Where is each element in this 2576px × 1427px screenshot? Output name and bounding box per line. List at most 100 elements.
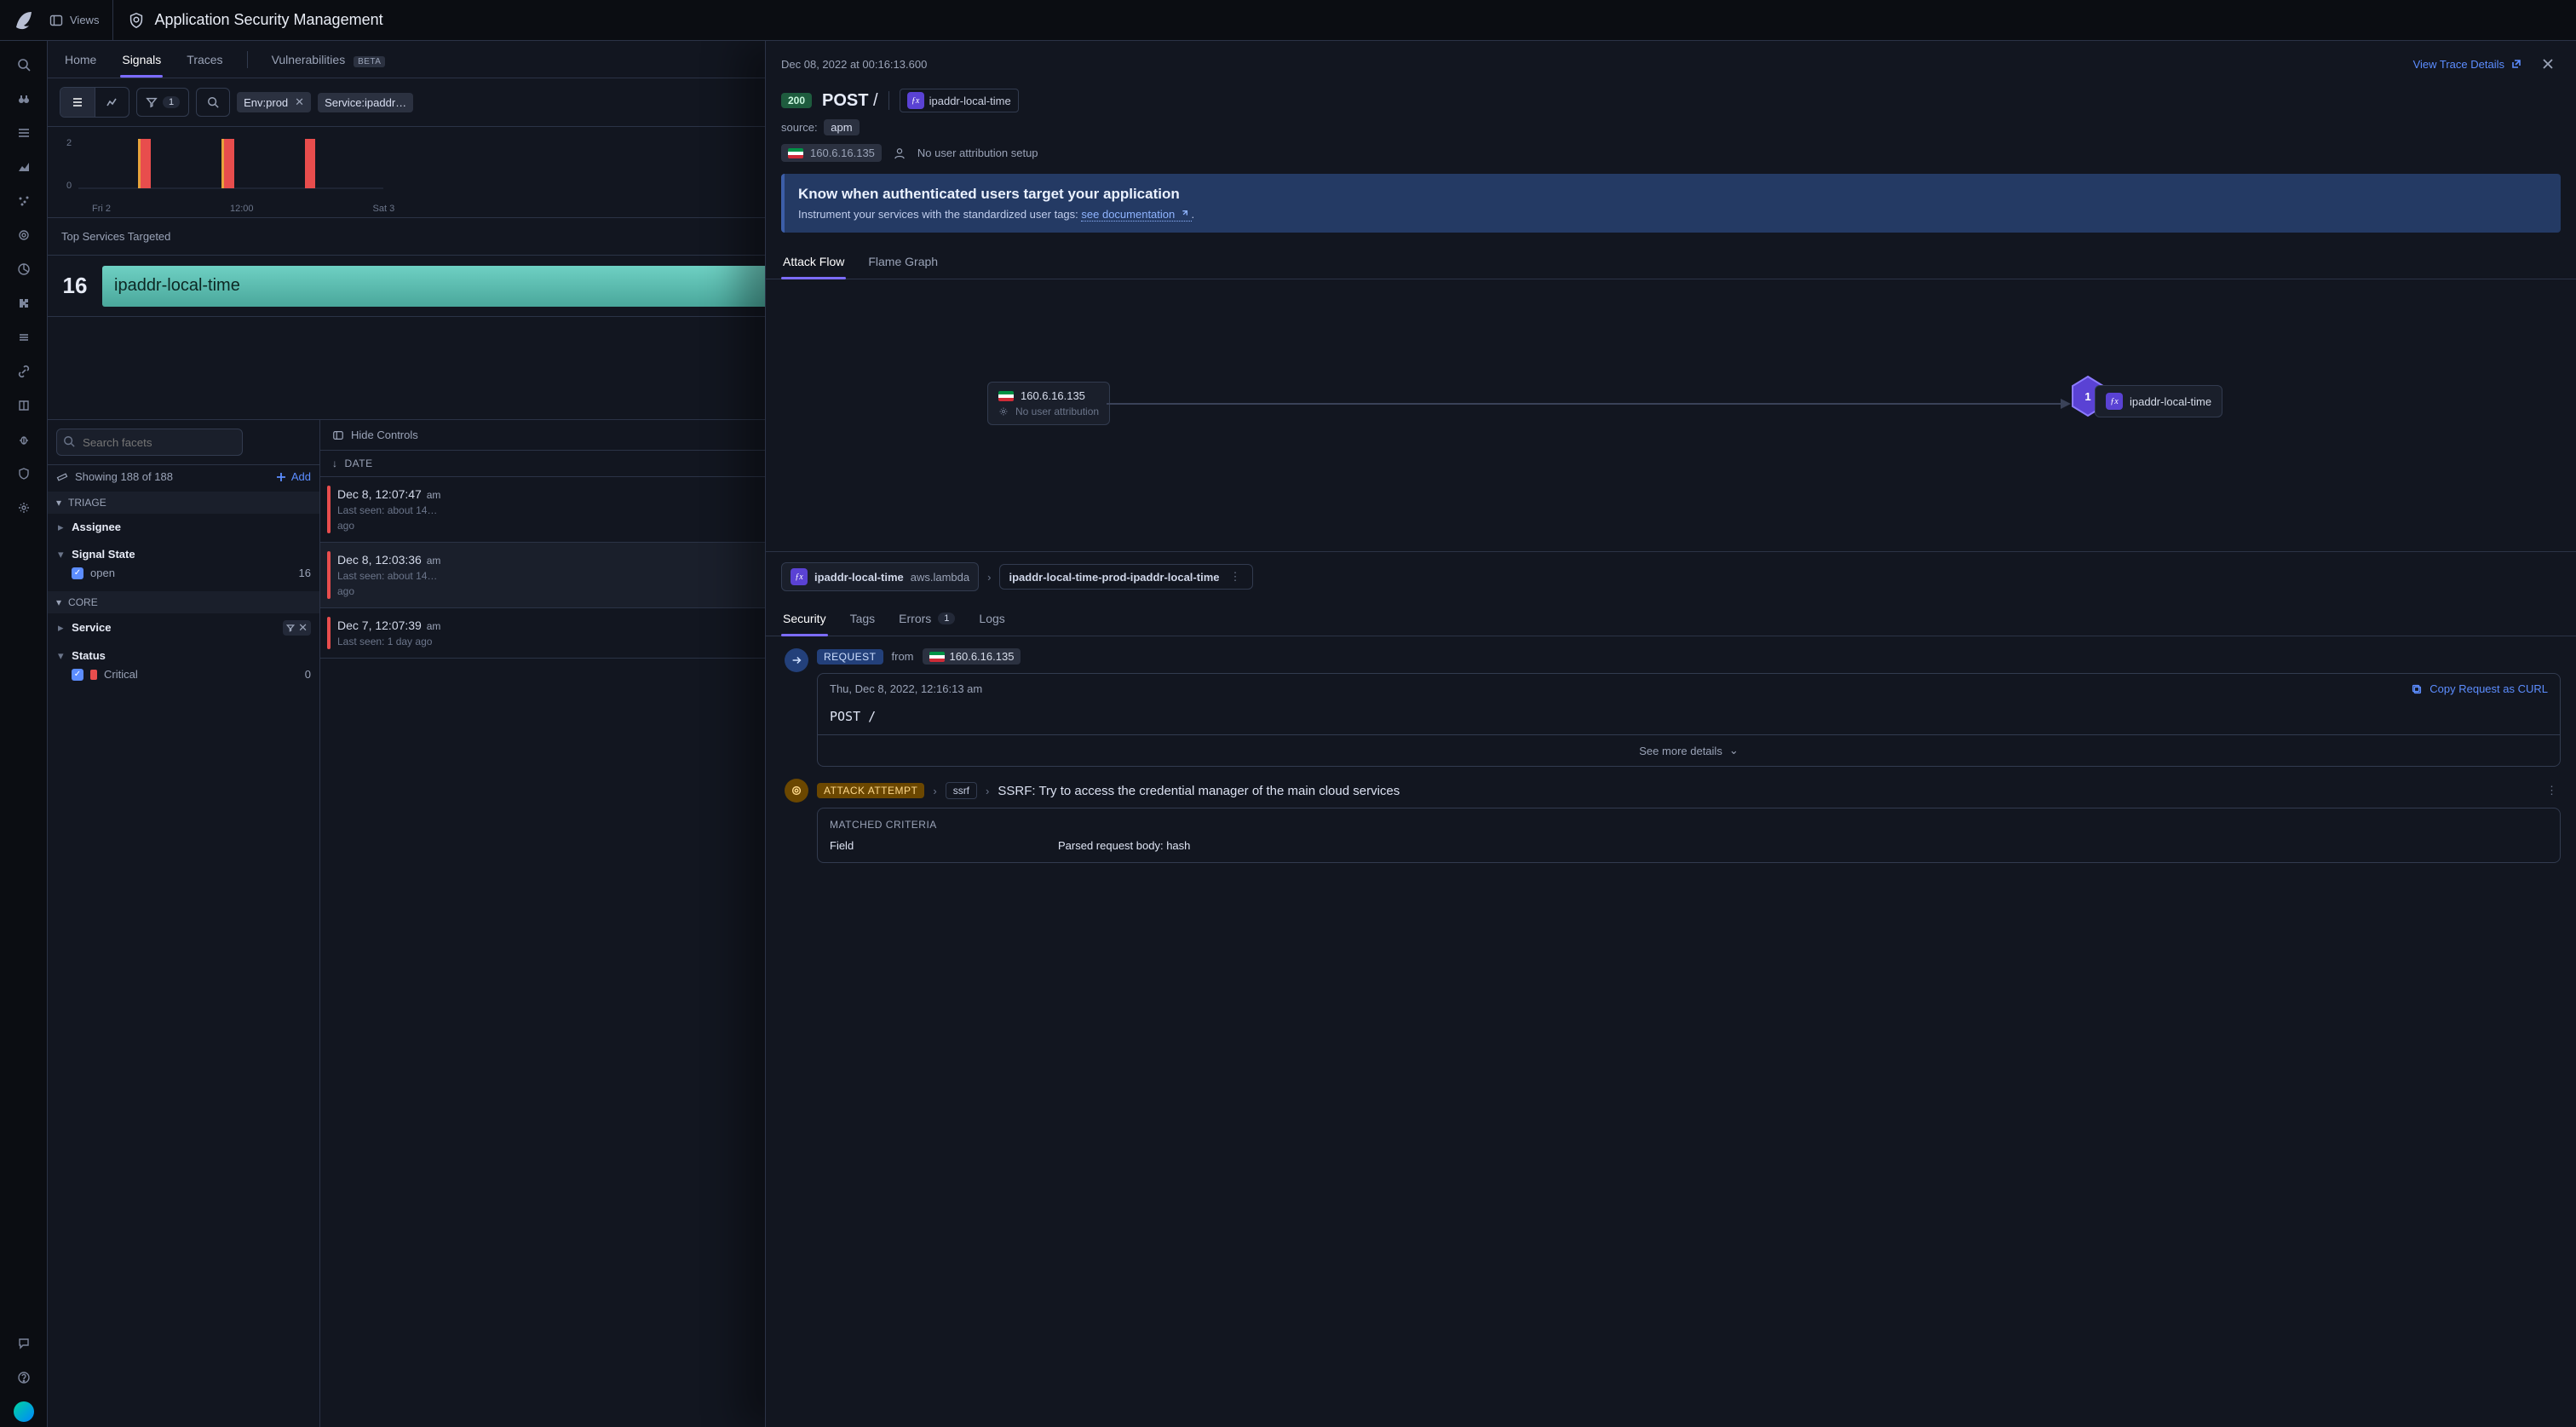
- tab-attack-flow[interactable]: Attack Flow: [781, 245, 846, 279]
- function-icon: ƒx: [907, 92, 924, 109]
- facet-add-button[interactable]: Add: [276, 470, 311, 483]
- tab-security[interactable]: Security: [781, 601, 828, 636]
- primary-nav: [0, 41, 48, 1427]
- search-toggle-button[interactable]: [196, 88, 230, 117]
- nav-stack-icon[interactable]: [9, 322, 39, 353]
- close-panel-button[interactable]: [2535, 51, 2561, 77]
- nav-chat-icon[interactable]: [9, 1328, 39, 1359]
- nav-puzzle-icon[interactable]: [9, 288, 39, 319]
- filter-chip-service-label: Service:ipaddr…: [325, 96, 406, 109]
- nav-binoculars-icon[interactable]: [9, 83, 39, 114]
- tab-signals[interactable]: Signals: [120, 43, 163, 77]
- request-ip-chip[interactable]: 160.6.16.135: [923, 648, 1021, 665]
- service-chip[interactable]: ƒx ipaddr-local-time: [900, 89, 1019, 112]
- attack-type-chip[interactable]: ssrf: [946, 782, 977, 799]
- view-mode-toggle: [60, 87, 129, 118]
- tab-vulnerabilities-label: Vulnerabilities: [272, 53, 346, 66]
- see-more-details-button[interactable]: See more details ⌄: [818, 734, 2560, 766]
- hide-controls-button[interactable]: Hide Controls: [332, 429, 418, 441]
- tab-vulnerabilities[interactable]: Vulnerabilities BETA: [270, 43, 388, 77]
- checkbox-icon[interactable]: ✓: [72, 567, 83, 579]
- view-timeseries-button[interactable]: [95, 88, 129, 117]
- flow-node-dest[interactable]: ƒx ipaddr-local-time: [2095, 385, 2222, 417]
- nav-radar-icon[interactable]: [9, 254, 39, 285]
- event-ampm: am: [427, 620, 441, 632]
- nav-area-chart-icon[interactable]: [9, 152, 39, 182]
- flag-italy-icon: [788, 148, 803, 158]
- crumb-service[interactable]: ipaddr-local-time: [814, 571, 904, 584]
- funnel-icon: [146, 96, 158, 108]
- filter-chip-env[interactable]: Env:prod ✕: [237, 92, 311, 112]
- vendor-logo-icon[interactable]: [12, 9, 36, 32]
- tab-traces[interactable]: Traces: [185, 43, 224, 77]
- facet-assignee[interactable]: ▸ Assignee: [48, 514, 319, 541]
- info-banner-period: .: [1192, 208, 1195, 221]
- nav-link-icon[interactable]: [9, 356, 39, 387]
- nav-bug-icon[interactable]: [9, 424, 39, 455]
- x-tick: Fri 2: [92, 204, 111, 214]
- tab-logs[interactable]: Logs: [977, 601, 1006, 636]
- tab-tags[interactable]: Tags: [848, 601, 877, 636]
- nav-book-icon[interactable]: [9, 390, 39, 421]
- facet-search-input[interactable]: [56, 429, 243, 456]
- filter-chip-service[interactable]: Service:ipaddr…: [318, 93, 413, 112]
- ip-chip[interactable]: 160.6.16.135: [781, 144, 882, 162]
- flow-node-source[interactable]: 160.6.16.135 No user attribution: [987, 382, 1110, 425]
- sort-desc-icon: ↓: [332, 457, 338, 469]
- kebab-icon[interactable]: ⋮: [2543, 784, 2561, 797]
- chevron-down-icon: ⌄: [1729, 744, 1739, 757]
- tab-errors[interactable]: Errors 1: [897, 601, 957, 636]
- filter-button[interactable]: 1: [136, 88, 189, 117]
- attack-flow-diagram[interactable]: 160.6.16.135 No user attribution 1 ƒx ip…: [766, 279, 2576, 552]
- tab-home[interactable]: Home: [63, 43, 98, 77]
- copy-curl-button[interactable]: Copy Request as CURL: [2411, 682, 2548, 695]
- hide-controls-label: Hide Controls: [351, 429, 418, 441]
- nav-avatar[interactable]: [9, 1396, 39, 1427]
- view-list-button[interactable]: [60, 88, 95, 117]
- facet-add-label: Add: [291, 470, 311, 483]
- nav-gear-icon[interactable]: [9, 492, 39, 523]
- chevron-down-icon: ▾: [56, 497, 61, 509]
- nav-list-icon[interactable]: [9, 118, 39, 148]
- panel-collapse-icon: [332, 429, 344, 441]
- info-banner-doc-link[interactable]: see documentation: [1081, 208, 1191, 222]
- matched-criteria-header: MATCHED CRITERIA: [830, 819, 2548, 831]
- nav-shield-icon[interactable]: [9, 458, 39, 489]
- facet-service[interactable]: ▸ Service ✕: [48, 613, 319, 642]
- svg-text:0: 0: [66, 181, 72, 191]
- timeline-attack-icon: [785, 779, 808, 803]
- kebab-icon[interactable]: ⋮: [1226, 570, 1244, 584]
- facet-status[interactable]: ▾ Status ✓ Critical 0: [48, 642, 319, 693]
- checkbox-icon[interactable]: ✓: [72, 669, 83, 681]
- ip-label: 160.6.16.135: [810, 147, 875, 159]
- facet-group-triage[interactable]: ▾ TRIAGE: [48, 492, 319, 514]
- crumb-dest[interactable]: ipaddr-local-time-prod-ipaddr-local-time: [1009, 571, 1219, 584]
- column-header-date-label: DATE: [345, 457, 373, 469]
- facet-group-core[interactable]: ▾ CORE: [48, 591, 319, 613]
- source-value-chip[interactable]: apm: [824, 119, 859, 135]
- info-banner: Know when authenticated users target you…: [781, 174, 2561, 233]
- nav-help-icon[interactable]: [9, 1362, 39, 1393]
- request-method-path: POST /: [818, 704, 2560, 734]
- x-tick: 12:00: [230, 204, 254, 214]
- tab-flame-graph[interactable]: Flame Graph: [866, 245, 940, 279]
- view-trace-details-label: View Trace Details: [2413, 58, 2504, 71]
- facet-signal-state[interactable]: ▾ Signal State ✓ open 16: [48, 541, 319, 591]
- chevron-right-icon: ▸: [58, 521, 64, 533]
- no-user-attribution-label: No user attribution setup: [917, 147, 1038, 159]
- external-link-icon: [1180, 210, 1188, 218]
- info-banner-title: Know when authenticated users target you…: [798, 186, 2547, 203]
- close-icon[interactable]: ✕: [295, 95, 304, 109]
- matched-criteria-card: MATCHED CRITERIA Field Parsed request bo…: [817, 808, 2561, 863]
- view-trace-details-link[interactable]: View Trace Details: [2413, 58, 2521, 71]
- views-link[interactable]: Views: [49, 0, 113, 40]
- facet-service-filter-chip[interactable]: ✕: [283, 620, 311, 636]
- nav-target-icon[interactable]: [9, 220, 39, 250]
- severity-dot-icon: [90, 670, 97, 680]
- event-time: Dec 7, 12:07:39: [337, 619, 422, 632]
- nav-scatter-icon[interactable]: [9, 186, 39, 216]
- close-icon[interactable]: ✕: [298, 621, 308, 635]
- views-label: Views: [70, 14, 99, 26]
- nav-search-icon[interactable]: [9, 49, 39, 80]
- span-breadcrumb: ƒx ipaddr-local-time aws.lambda › ipaddr…: [766, 552, 2576, 601]
